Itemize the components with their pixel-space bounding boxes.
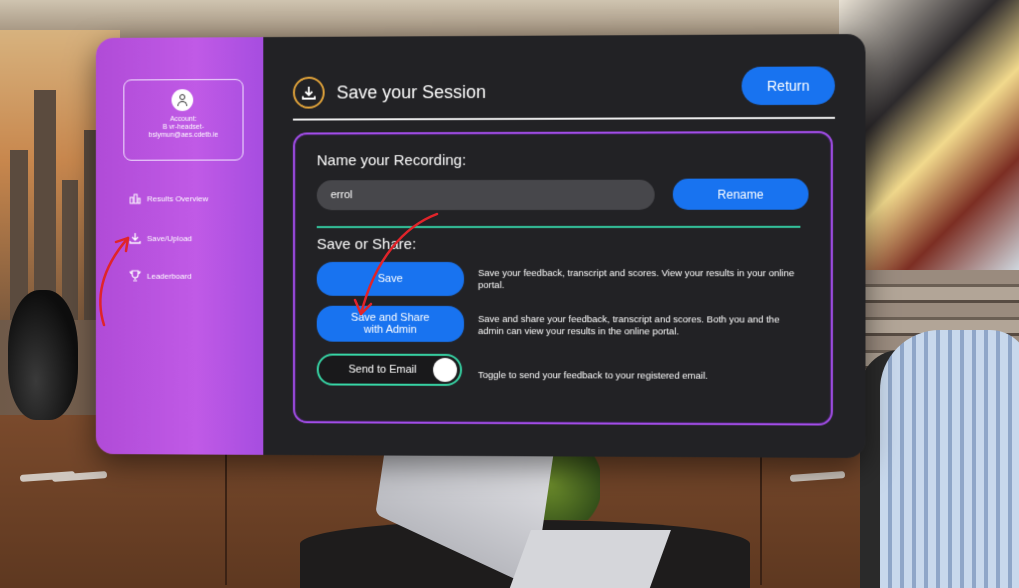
- sidebar: Account: B vr-headset- bslymun@aes.cdetb…: [95, 37, 264, 455]
- laptop-keyboard: [509, 530, 671, 588]
- main-content: Save your Session Return Name your Recor…: [263, 33, 866, 459]
- sidebar-item-label: Leaderboard: [146, 271, 192, 281]
- save-button[interactable]: Save: [316, 261, 465, 296]
- header: Save your Session: [292, 76, 487, 109]
- divider: [316, 225, 801, 229]
- email-description: Toggle to send your feedback to your reg…: [477, 370, 708, 382]
- sidebar-item-label: Save/Upload: [146, 233, 193, 243]
- share-description: Save and share your feedback, transcript…: [477, 314, 780, 338]
- recording-name-input[interactable]: [316, 179, 655, 211]
- sidebar-item-leaderboard[interactable]: Leaderboard: [129, 270, 192, 282]
- save-session-panel: Account: B vr-headset- bslymun@aes.cdetb…: [95, 33, 866, 459]
- page-title: Save your Session: [336, 81, 487, 103]
- recording-name-label: Name your Recording:: [316, 152, 467, 170]
- save-and-share-label-2: with Admin: [363, 323, 417, 336]
- account-line-2: bslymun@aes.cdetb.ie: [148, 131, 219, 139]
- toggle-knob: [433, 357, 458, 382]
- save-options-card: Name your Recording: Rename Save or Shar…: [292, 130, 833, 426]
- user-icon: [171, 89, 194, 112]
- download-icon: [292, 76, 325, 109]
- download-icon: [129, 232, 141, 244]
- save-description: Save your feedback, transcript and score…: [477, 268, 795, 292]
- return-button[interactable]: Return: [741, 66, 835, 106]
- vase: [8, 290, 78, 420]
- sidebar-item-label: Results Overview: [146, 193, 209, 203]
- account-info: Account: B vr-headset- bslymun@aes.cdetb…: [128, 116, 238, 140]
- send-to-email-toggle[interactable]: Send to Email: [316, 353, 463, 386]
- save-or-share-label: Save or Share:: [316, 236, 417, 253]
- avatar-person: [880, 330, 1019, 588]
- send-to-email-label: Send to Email: [348, 363, 417, 376]
- sidebar-item-results-overview[interactable]: Results Overview: [129, 192, 208, 204]
- trophy-icon: [129, 270, 141, 282]
- save-and-share-label-1: Save and Share: [351, 311, 430, 324]
- bar-chart-icon: [129, 192, 141, 204]
- divider: [292, 116, 835, 121]
- account-card: Account: B vr-headset- bslymun@aes.cdetb…: [123, 78, 244, 161]
- wall-artwork: [839, 0, 1019, 270]
- save-and-share-button[interactable]: Save and Share with Admin: [316, 305, 465, 342]
- sidebar-item-save-upload[interactable]: Save/Upload: [129, 232, 192, 244]
- rename-button[interactable]: Rename: [672, 178, 809, 210]
